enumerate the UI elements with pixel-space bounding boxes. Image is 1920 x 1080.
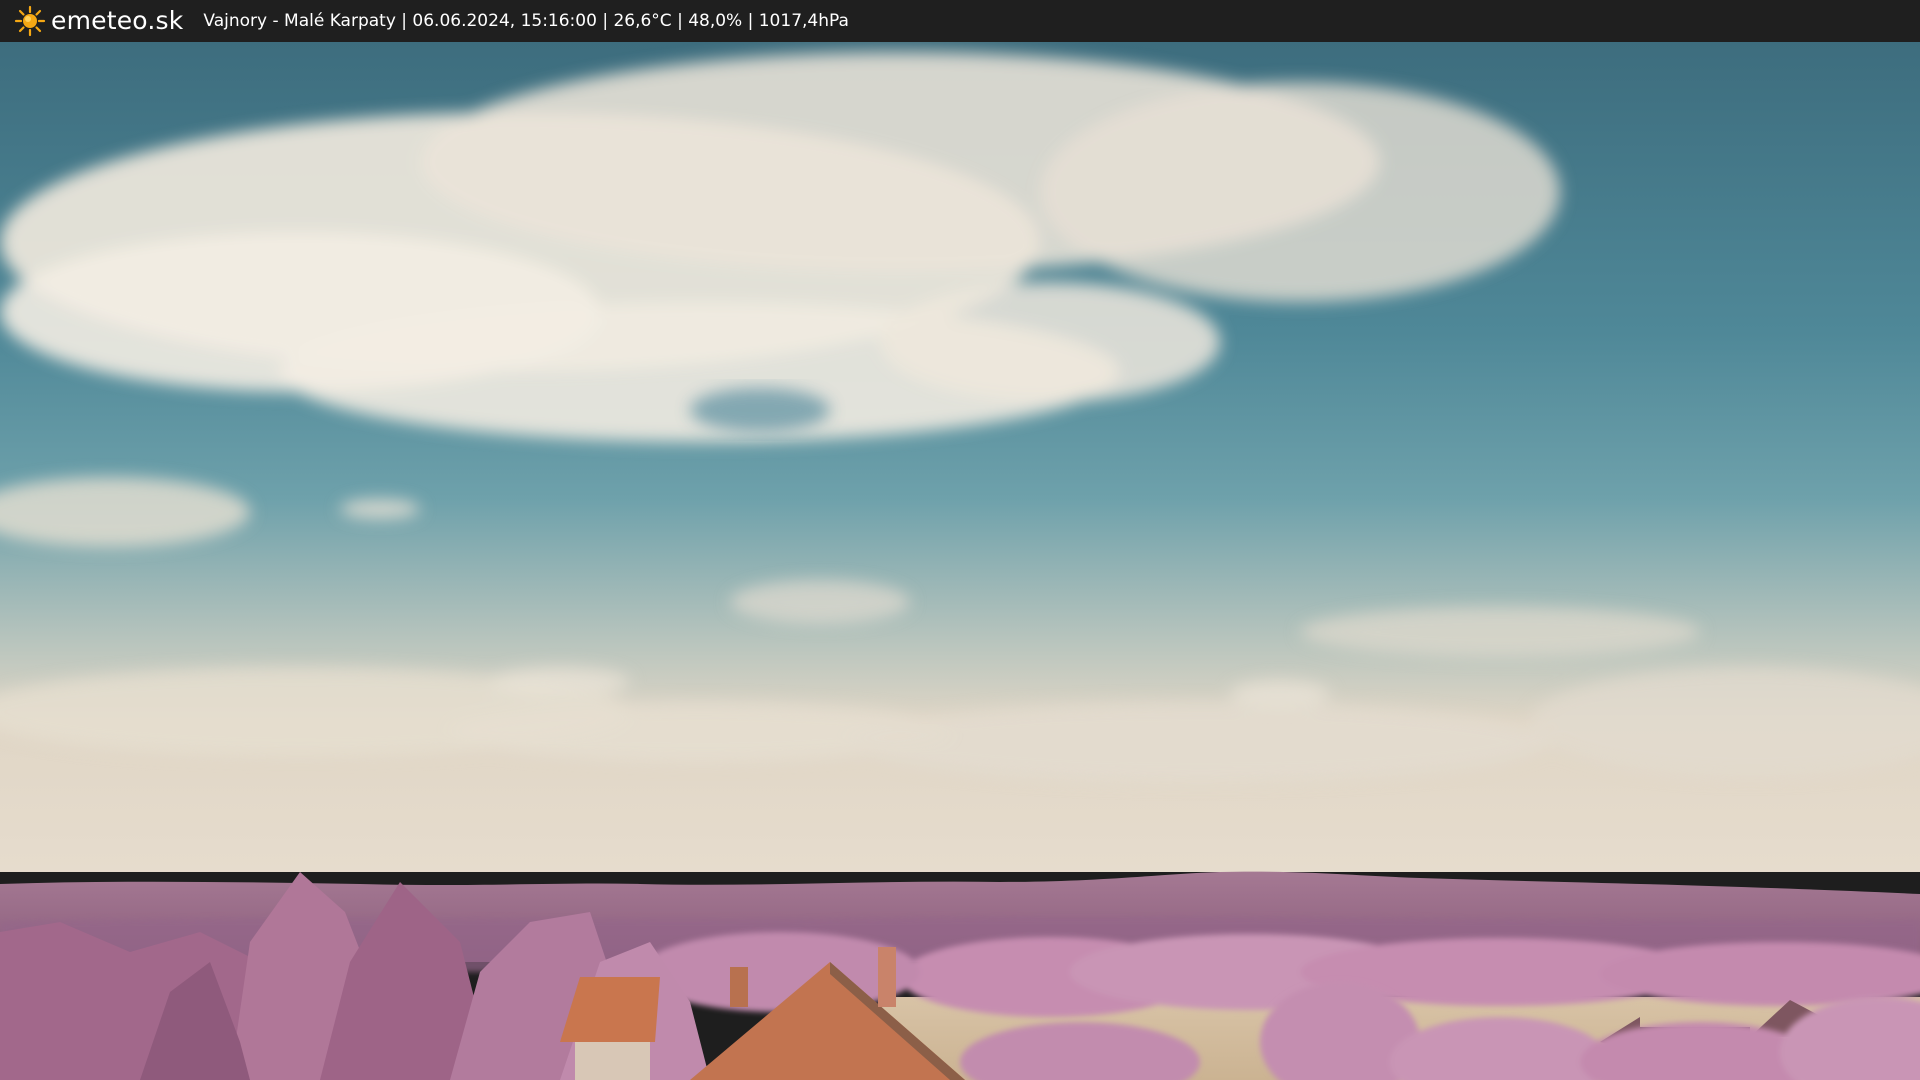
sun-icon [14,5,46,37]
webcam-frame: emeteo.sk Vajnory - Malé Karpaty | 06.06… [0,0,1920,1080]
top-bar: emeteo.sk Vajnory - Malé Karpaty | 06.06… [0,0,1920,42]
webcam-image [0,42,1920,1080]
brand-name: emeteo.sk [51,6,184,35]
station-caption: Vajnory - Malé Karpaty | 06.06.2024, 15:… [203,11,849,31]
logo[interactable]: emeteo.sk [14,0,183,42]
